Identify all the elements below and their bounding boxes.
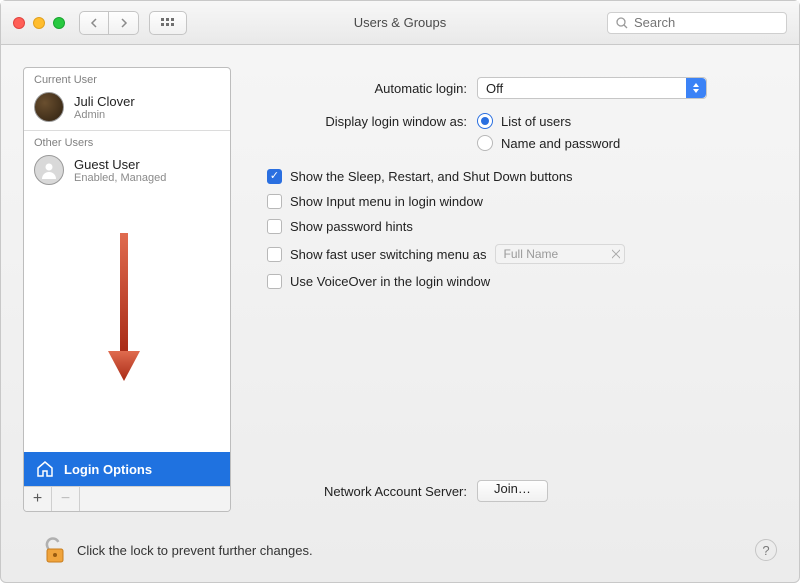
display-login-radio-group: List of users Name and password bbox=[477, 113, 620, 151]
radio-button[interactable] bbox=[477, 135, 493, 151]
radio-list-of-users[interactable]: List of users bbox=[477, 113, 620, 129]
checkbox-label: Use VoiceOver in the login window bbox=[290, 274, 490, 289]
window-footer: Click the lock to prevent further change… bbox=[1, 526, 799, 582]
automatic-login-row: Automatic login: Off bbox=[267, 77, 757, 99]
display-login-row: Display login window as: List of users N… bbox=[267, 113, 757, 151]
avatar bbox=[34, 155, 64, 185]
nav-back-button[interactable] bbox=[79, 11, 109, 35]
add-user-button[interactable]: + bbox=[24, 487, 52, 511]
checkbox-label: Show fast user switching menu as bbox=[290, 247, 487, 262]
checkbox-label: Show password hints bbox=[290, 219, 413, 234]
close-button[interactable] bbox=[13, 17, 25, 29]
automatic-login-value: Off bbox=[486, 81, 503, 96]
checkbox[interactable] bbox=[267, 169, 282, 184]
radio-label: List of users bbox=[501, 114, 571, 129]
remove-user-button: − bbox=[52, 487, 80, 511]
chevron-left-icon bbox=[90, 18, 98, 28]
person-icon bbox=[40, 161, 58, 179]
automatic-login-label: Automatic login: bbox=[267, 81, 467, 96]
checkbox[interactable] bbox=[267, 194, 282, 209]
show-sleep-restart-checkbox-row[interactable]: Show the Sleep, Restart, and Shut Down b… bbox=[267, 169, 757, 184]
join-button[interactable]: Join… bbox=[477, 480, 548, 502]
checkbox[interactable] bbox=[267, 247, 282, 262]
other-users-section-label: Other Users bbox=[24, 131, 230, 151]
checkbox-label: Show Input menu in login window bbox=[290, 194, 483, 209]
radio-name-and-password[interactable]: Name and password bbox=[477, 135, 620, 151]
fast-user-switching-select[interactable]: Full Name bbox=[495, 244, 625, 264]
search-icon bbox=[616, 17, 628, 29]
search-input[interactable] bbox=[634, 15, 778, 30]
radio-label: Name and password bbox=[501, 136, 620, 151]
user-meta: Enabled, Managed bbox=[74, 172, 166, 184]
minimize-button[interactable] bbox=[33, 17, 45, 29]
checkbox-label: Show the Sleep, Restart, and Shut Down b… bbox=[290, 169, 573, 184]
content-area: Current User Juli Clover Admin Other Use… bbox=[1, 45, 799, 526]
automatic-login-select[interactable]: Off bbox=[477, 77, 707, 99]
fast-user-switching-value: Full Name bbox=[504, 247, 559, 261]
fast-user-switching-checkbox-row[interactable]: Show fast user switching menu as Full Na… bbox=[267, 244, 757, 264]
sidebar-spacer bbox=[24, 193, 230, 452]
user-name: Juli Clover bbox=[74, 94, 135, 109]
lock-text: Click the lock to prevent further change… bbox=[77, 543, 313, 558]
nav-forward-button[interactable] bbox=[109, 11, 139, 35]
user-name: Guest User bbox=[74, 157, 166, 172]
traffic-lights bbox=[13, 17, 65, 29]
network-account-server-row: Network Account Server: Join… bbox=[267, 480, 757, 512]
maximize-button[interactable] bbox=[53, 17, 65, 29]
show-password-hints-checkbox-row[interactable]: Show password hints bbox=[267, 219, 757, 234]
users-sidebar: Current User Juli Clover Admin Other Use… bbox=[23, 67, 231, 512]
show-input-menu-checkbox-row[interactable]: Show Input menu in login window bbox=[267, 194, 757, 209]
voiceover-checkbox-row[interactable]: Use VoiceOver in the login window bbox=[267, 274, 757, 289]
titlebar: Users & Groups bbox=[1, 1, 799, 45]
network-account-server-label: Network Account Server: bbox=[267, 484, 467, 499]
preferences-window: Users & Groups Current User Juli Clover … bbox=[0, 0, 800, 583]
current-user-row[interactable]: Juli Clover Admin bbox=[24, 88, 230, 130]
checkbox[interactable] bbox=[267, 274, 282, 289]
user-role: Admin bbox=[74, 109, 135, 121]
display-login-label: Display login window as: bbox=[267, 113, 467, 129]
checkbox[interactable] bbox=[267, 219, 282, 234]
sidebar-footer: + − bbox=[24, 486, 230, 511]
chevron-updown-icon bbox=[686, 78, 706, 98]
login-options-item[interactable]: Login Options bbox=[24, 452, 230, 486]
avatar bbox=[34, 92, 64, 122]
lock-icon[interactable] bbox=[43, 536, 67, 564]
login-options-checklist: Show the Sleep, Restart, and Shut Down b… bbox=[267, 169, 757, 289]
search-field[interactable] bbox=[607, 12, 787, 34]
settings-pane: Automatic login: Off Display login windo… bbox=[247, 67, 777, 512]
current-user-section-label: Current User bbox=[24, 68, 230, 88]
show-all-button[interactable] bbox=[149, 11, 187, 35]
chevron-right-icon bbox=[120, 18, 128, 28]
login-options-label: Login Options bbox=[64, 462, 152, 477]
nav-buttons bbox=[79, 11, 139, 35]
annotation-arrow-icon bbox=[104, 233, 144, 383]
house-icon bbox=[36, 460, 54, 478]
guest-user-row[interactable]: Guest User Enabled, Managed bbox=[24, 151, 230, 193]
radio-button[interactable] bbox=[477, 113, 493, 129]
grid-icon bbox=[161, 18, 175, 28]
help-button[interactable]: ? bbox=[755, 539, 777, 561]
